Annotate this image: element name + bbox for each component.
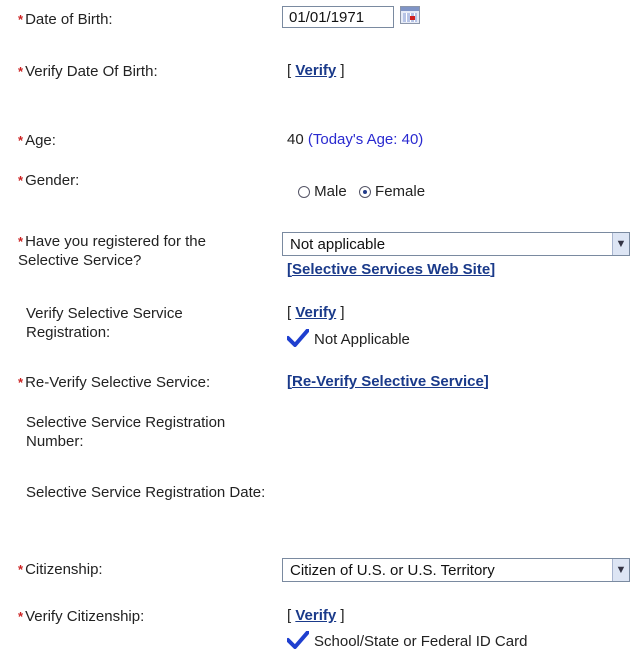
female-label: Female (375, 183, 426, 200)
required-marker: * (18, 375, 24, 390)
reverify-selective-label: * Re-Verify Selective Service: (18, 374, 211, 391)
dob-label: * Date of Birth: (18, 11, 113, 28)
age-value: 40 (Today's Age: 40) (287, 131, 424, 148)
verify-citizenship-label: * Verify Citizenship: (18, 608, 145, 625)
female-radio[interactable] (358, 186, 371, 198)
selective-services-website: [Selective Services Web Site] (287, 261, 495, 278)
age-label: * Age: (18, 132, 56, 149)
selective-service-label: * Have you registered for the Selective S… (18, 233, 206, 269)
selective-service-select[interactable]: Not applicable ▼ (282, 232, 630, 256)
citizenship-label: * Citizenship: (18, 561, 103, 578)
verify-dob-label: * Verify Date Of Birth: (18, 63, 158, 80)
gender-label: * Gender: (18, 172, 80, 189)
gender-radio-group: Male Female (298, 183, 425, 200)
verify-citizenship-control: [ Verify ] (287, 607, 345, 624)
male-radio[interactable] (298, 186, 310, 198)
verify-selective-status: Not Applicable (287, 329, 410, 348)
calendar-icon[interactable] (400, 6, 420, 24)
required-marker: * (18, 133, 24, 148)
required-marker: * (18, 234, 24, 249)
ss-reg-number-label: Selective Service Registration Number: (26, 414, 226, 450)
citizenship-select[interactable]: Citizen of U.S. or U.S. Territory ▼ (282, 558, 630, 582)
required-marker: * (18, 609, 24, 624)
verify-citizenship-status: School/State or Federal ID Card (287, 631, 527, 650)
verify-selective-control: [ Verify ] (287, 304, 345, 321)
chevron-down-icon[interactable]: ▼ (612, 559, 629, 581)
required-marker: * (18, 562, 24, 577)
selective-services-link[interactable]: [Selective Services Web Site] (287, 261, 495, 278)
reverify-selective-control: [Re-Verify Selective Service] (287, 373, 489, 390)
verify-citizenship-link[interactable]: Verify (295, 607, 336, 624)
todays-age: (Today's Age: 40) (307, 131, 424, 148)
required-marker: * (18, 173, 24, 188)
required-marker: * (18, 12, 24, 27)
dob-input[interactable] (282, 6, 394, 28)
verify-dob-control: [ Verify ] (287, 62, 345, 79)
verify-dob-link[interactable]: Verify (295, 62, 336, 79)
required-marker: * (18, 64, 24, 79)
male-label: Male (314, 183, 347, 200)
checkmark-icon (287, 631, 309, 649)
reverify-selective-link[interactable]: [Re-Verify Selective Service] (287, 373, 489, 390)
verify-selective-link[interactable]: Verify (295, 304, 336, 321)
chevron-down-icon[interactable]: ▼ (612, 233, 629, 255)
checkmark-icon (287, 329, 309, 347)
ss-reg-date-label: Selective Service Registration Date: (26, 484, 266, 501)
verify-selective-label: Verify Selective Service Registration: (26, 305, 183, 341)
